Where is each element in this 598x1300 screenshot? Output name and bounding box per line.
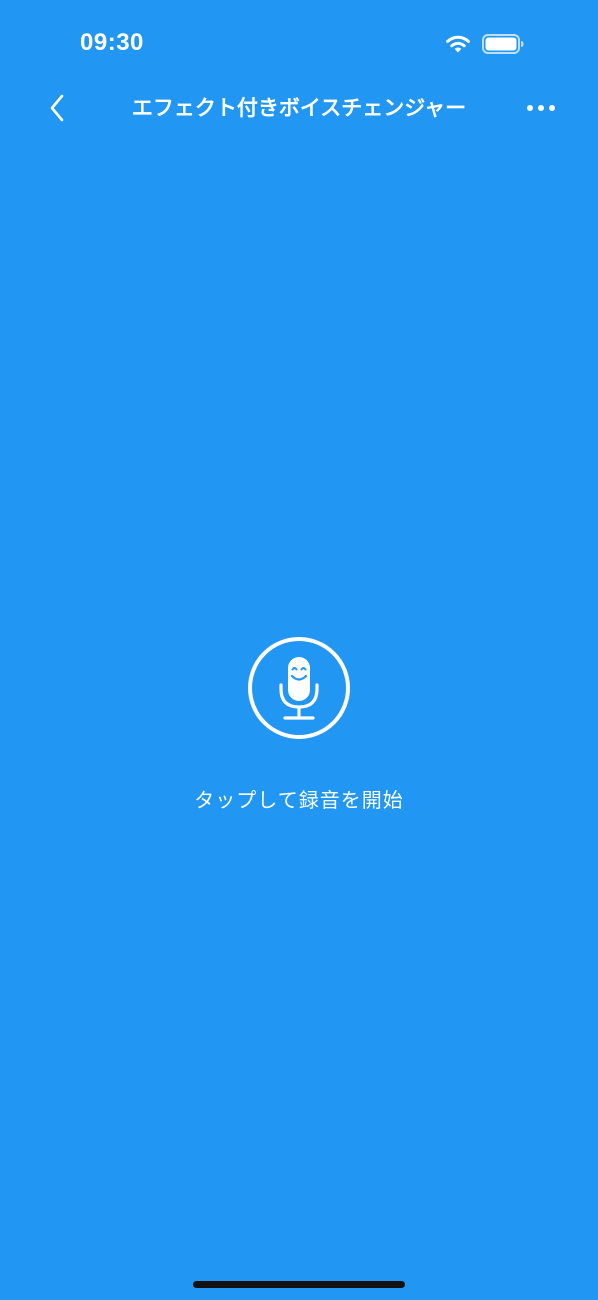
more-options-button[interactable]	[516, 86, 566, 130]
home-indicator[interactable]	[193, 1281, 405, 1288]
back-button[interactable]	[36, 86, 80, 130]
page-title: エフェクト付きボイスチェンジャー	[131, 96, 467, 120]
status-bar: 09:30	[0, 0, 598, 88]
status-time: 09:30	[80, 29, 144, 56]
smiling-microphone-icon	[248, 637, 350, 739]
wifi-icon	[446, 35, 470, 53]
record-instruction-label: タップして録音を開始	[194, 788, 404, 812]
battery-icon	[482, 34, 524, 54]
record-button[interactable]	[247, 636, 351, 740]
navigation-bar: エフェクト付きボイスチェンジャー	[0, 80, 598, 136]
more-horizontal-icon	[527, 105, 555, 111]
chevron-left-icon	[50, 94, 64, 122]
